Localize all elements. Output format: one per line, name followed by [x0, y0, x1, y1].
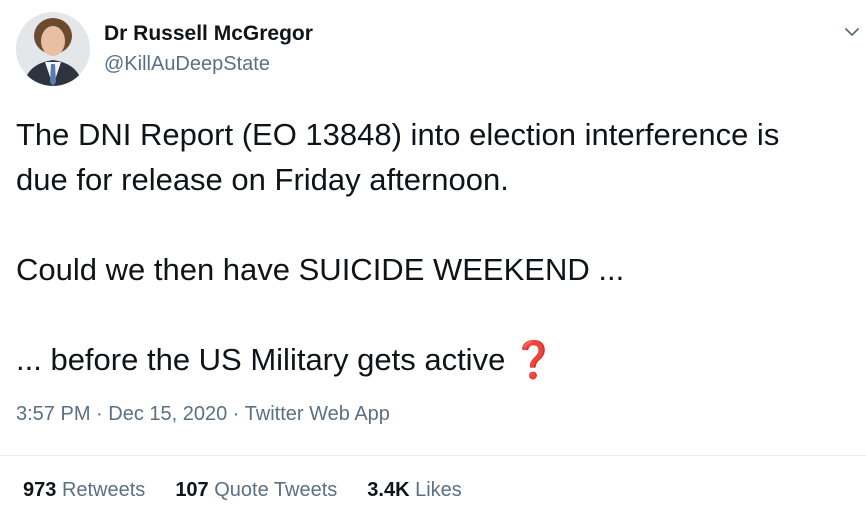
tweet-line-last: ... before the US Military gets active ❓ [16, 337, 862, 382]
retweets-count: 973 [23, 479, 57, 501]
avatar[interactable] [16, 12, 90, 86]
tweet-line: ... before the US Military gets active [16, 342, 506, 377]
retweets-stat[interactable]: 973 Retweets [23, 479, 145, 502]
quote-tweets-count: 107 [175, 479, 209, 501]
display-name[interactable]: Dr Russell McGregor [104, 22, 313, 46]
tweet-source[interactable]: Twitter Web App [245, 403, 390, 425]
tweet-stats: 973 Retweets 107 Quote Tweets 3.4K Likes [23, 479, 462, 502]
meta-separator: · [90, 403, 109, 425]
quote-tweets-label: Quote Tweets [214, 479, 338, 501]
likes-label: Likes [415, 479, 462, 501]
likes-count: 3.4K [367, 479, 410, 501]
divider [0, 455, 866, 456]
tweet-line: due for release on Friday afternoon. [16, 162, 509, 197]
quote-tweets-stat[interactable]: 107 Quote Tweets [175, 479, 337, 502]
meta-separator: · [227, 403, 245, 425]
likes-stat[interactable]: 3.4K Likes [367, 479, 462, 502]
retweets-label: Retweets [61, 479, 146, 501]
tweet-text: The DNI Report (EO 13848) into election … [16, 112, 862, 382]
tweet-line: Could we then have SUICIDE WEEKEND ... [16, 252, 625, 287]
question-mark-emoji-icon: ❓ [511, 339, 557, 380]
user-handle[interactable]: @KillAuDeepState [104, 53, 270, 76]
tweet-card: Dr Russell McGregor @KillAuDeepState The… [0, 0, 866, 516]
chevron-down-icon[interactable] [842, 22, 862, 42]
tweet-timestamp: 3:57 PM · Dec 15, 2020 · Twitter Web App [16, 403, 390, 426]
tweet-line: The DNI Report (EO 13848) into election … [16, 117, 780, 152]
tweet-date[interactable]: Dec 15, 2020 [108, 403, 227, 425]
tweet-time[interactable]: 3:57 PM [16, 403, 90, 425]
avatar-image [16, 12, 90, 86]
